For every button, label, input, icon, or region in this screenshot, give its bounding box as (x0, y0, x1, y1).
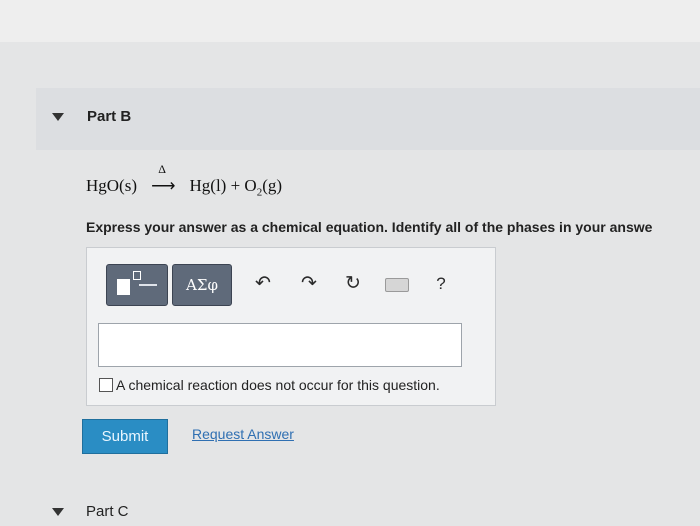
no-reaction-label: A chemical reaction does not occur for t… (116, 377, 440, 393)
top-strip (0, 0, 700, 42)
redo-icon[interactable]: ↷ (296, 270, 322, 298)
part-b-header[interactable]: Part B (36, 88, 700, 150)
template-icon (117, 279, 130, 295)
undo-icon[interactable]: ↶ (250, 270, 276, 298)
reaction-arrow: Δ ⟶ (149, 162, 177, 196)
greek-symbols-button[interactable]: ΑΣφ (172, 264, 232, 306)
product-2: O2(g) (244, 176, 283, 199)
answer-input[interactable] (98, 323, 462, 367)
expand-caret-icon[interactable] (52, 508, 64, 516)
product-1: Hg(l) (189, 176, 227, 195)
plus-sign: + (230, 176, 241, 195)
question-equation: HgO(s) Δ ⟶ Hg(l) + O2(g) (86, 162, 283, 199)
part-c-title: Part C (86, 503, 129, 520)
part-c-header[interactable]: Part C (0, 496, 700, 526)
keyboard-icon[interactable] (384, 270, 410, 298)
no-reaction-option[interactable]: A chemical reaction does not occur for t… (99, 377, 440, 393)
arrow-glyph: ⟶ (151, 176, 176, 195)
reset-icon[interactable]: ↻ (340, 270, 366, 298)
reactant: HgO(s) (86, 176, 137, 195)
no-reaction-checkbox[interactable] (99, 378, 113, 392)
request-answer-link[interactable]: Request Answer (192, 426, 294, 442)
part-b-title: Part B (87, 108, 132, 125)
heat-symbol: Δ (158, 162, 166, 176)
submit-button[interactable]: Submit (82, 419, 168, 454)
help-icon[interactable]: ? (428, 270, 454, 298)
collapse-caret-icon[interactable] (52, 113, 64, 121)
question-prompt: Express your answer as a chemical equati… (86, 219, 653, 235)
templates-button[interactable] (106, 264, 168, 306)
